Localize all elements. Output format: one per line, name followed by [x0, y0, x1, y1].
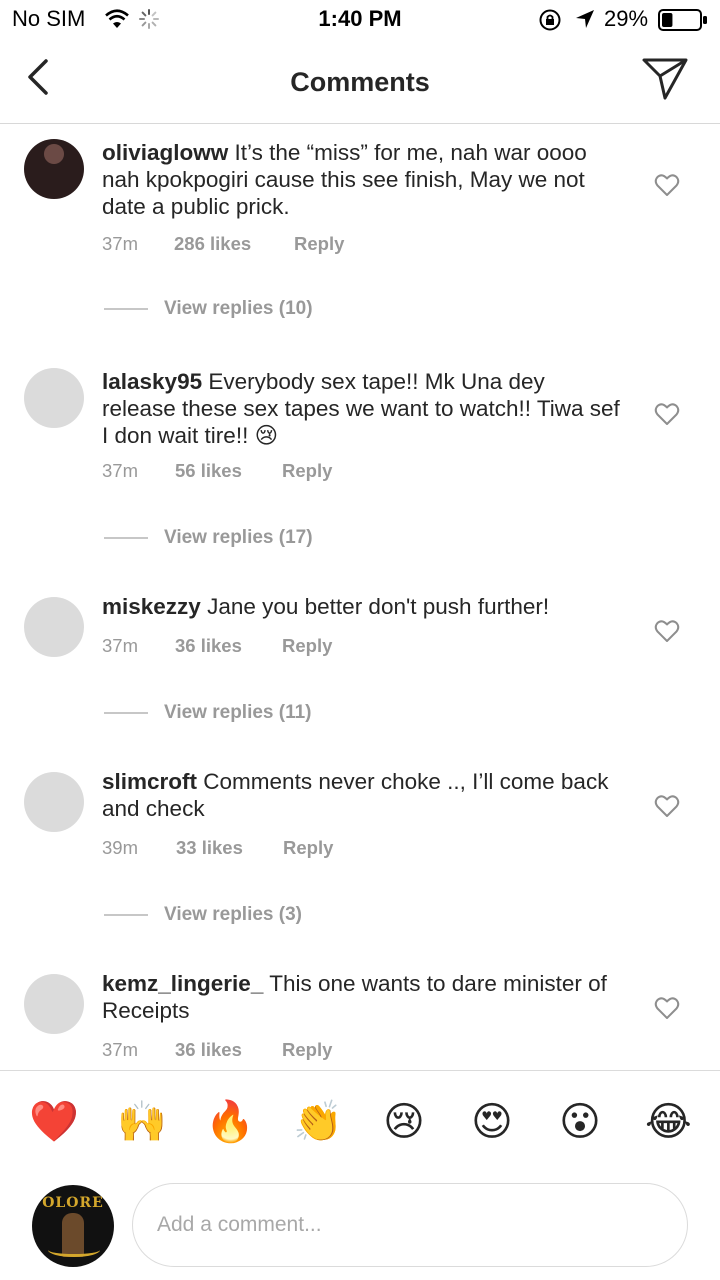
reply-button[interactable]: Reply — [294, 233, 344, 255]
reply-button[interactable]: Reply — [282, 1039, 332, 1061]
view-replies-button[interactable]: View replies (11) — [104, 702, 312, 724]
header: Comments — [0, 40, 720, 124]
like-heart-icon[interactable] — [654, 402, 680, 426]
avatar[interactable] — [24, 772, 84, 832]
view-replies-label: View replies (11) — [164, 702, 312, 723]
comment-username[interactable]: lalasky95 — [102, 369, 202, 394]
like-heart-icon[interactable] — [654, 794, 680, 818]
comment-composer: OLORE — [0, 1175, 720, 1280]
avatar-logo-text: OLORE — [42, 1195, 104, 1211]
divider-line — [104, 712, 148, 714]
comment-meta: 37m 286 likes Reply — [102, 233, 344, 255]
avatar[interactable] — [24, 139, 84, 199]
comment-username[interactable]: oliviagloww — [102, 140, 228, 165]
battery-fill — [662, 13, 673, 27]
view-replies-button[interactable]: View replies (17) — [104, 527, 313, 549]
divider-line — [104, 308, 148, 310]
comment-username[interactable]: kemz_lingerie_ — [102, 971, 263, 996]
likes-count[interactable]: 36 likes — [175, 635, 282, 657]
comment-meta: 37m 56 likes Reply — [102, 460, 332, 482]
avatar[interactable] — [24, 597, 84, 657]
reply-button[interactable]: Reply — [282, 635, 332, 657]
comments-list[interactable]: oliviagloww It’s the “miss” for me, nah … — [0, 125, 720, 1070]
rotation-lock-icon — [538, 8, 562, 37]
avatar[interactable] — [24, 368, 84, 428]
divider-line — [104, 914, 148, 916]
comment-meta: 37m 36 likes Reply — [102, 635, 332, 657]
emoji-surprised-face[interactable]: 😮 — [557, 1099, 603, 1145]
emoji-fire[interactable]: 🔥 — [205, 1099, 255, 1145]
comment-meta: 39m 33 likes Reply — [102, 837, 333, 859]
view-replies-label: View replies (10) — [164, 298, 313, 319]
comment-time: 37m — [102, 460, 138, 481]
view-replies-label: View replies (17) — [164, 527, 313, 548]
divider-line — [104, 537, 148, 539]
comment-text: oliviagloww It’s the “miss” for me, nah … — [102, 139, 622, 220]
emoji-heart-eyes[interactable]: 😍 — [469, 1099, 515, 1145]
emoji-raising-hands[interactable]: 🙌 — [117, 1099, 167, 1145]
comment-text: miskezzy Jane you better don't push furt… — [102, 593, 622, 620]
profile-avatar[interactable]: OLORE — [32, 1185, 114, 1267]
emoji-clapping-hands[interactable]: 👏 — [293, 1099, 343, 1145]
view-replies-label: View replies (3) — [164, 904, 302, 925]
like-heart-icon[interactable] — [654, 173, 680, 197]
comment-time: 39m — [102, 837, 138, 858]
likes-count[interactable]: 33 likes — [176, 837, 283, 859]
comment-time: 37m — [102, 233, 138, 254]
location-arrow-icon — [574, 8, 596, 35]
comment-meta: 37m 36 likes Reply — [102, 1039, 332, 1061]
reply-button[interactable]: Reply — [282, 460, 332, 482]
comment-input[interactable] — [157, 1210, 657, 1240]
emoji-crying-face[interactable]: 😢 — [381, 1099, 427, 1145]
status-bar: No SIM 1:40 PM 29% — [0, 0, 720, 40]
comment-text: kemz_lingerie_ This one wants to dare mi… — [102, 970, 622, 1024]
view-replies-button[interactable]: View replies (10) — [104, 298, 313, 320]
reply-button[interactable]: Reply — [283, 837, 333, 859]
avatar-signature-mark — [48, 1243, 100, 1257]
emoji-quick-bar: ❤️ 🙌 🔥 👏 😢 😍 😮 😂 — [0, 1070, 720, 1175]
view-replies-button[interactable]: View replies (3) — [104, 904, 302, 926]
likes-count[interactable]: 286 likes — [174, 233, 294, 255]
comment-text: lalasky95 Everybody sex tape!! Mk Una de… — [102, 368, 622, 449]
likes-count[interactable]: 56 likes — [175, 460, 282, 482]
like-heart-icon[interactable] — [654, 996, 680, 1020]
comment-body: Jane you better don't push further! — [207, 594, 550, 619]
comment-input-wrapper[interactable] — [132, 1183, 688, 1267]
like-heart-icon[interactable] — [654, 619, 680, 643]
avatar[interactable] — [24, 974, 84, 1034]
comment-username[interactable]: miskezzy — [102, 594, 201, 619]
page-title: Comments — [290, 67, 430, 97]
comment-time: 37m — [102, 1039, 138, 1060]
comment-time: 37m — [102, 635, 138, 656]
emoji-red-heart[interactable]: ❤️ — [29, 1099, 79, 1145]
paper-plane-icon — [642, 58, 688, 100]
comment-username[interactable]: slimcroft — [102, 769, 197, 794]
battery-icon — [658, 9, 708, 36]
battery-percent: 29% — [604, 6, 649, 31]
emoji-tears-of-joy[interactable]: 😂 — [645, 1099, 692, 1145]
likes-count[interactable]: 36 likes — [175, 1039, 282, 1061]
comment-text: slimcroft Comments never choke .., I’ll … — [102, 768, 622, 822]
send-button[interactable] — [640, 56, 690, 107]
